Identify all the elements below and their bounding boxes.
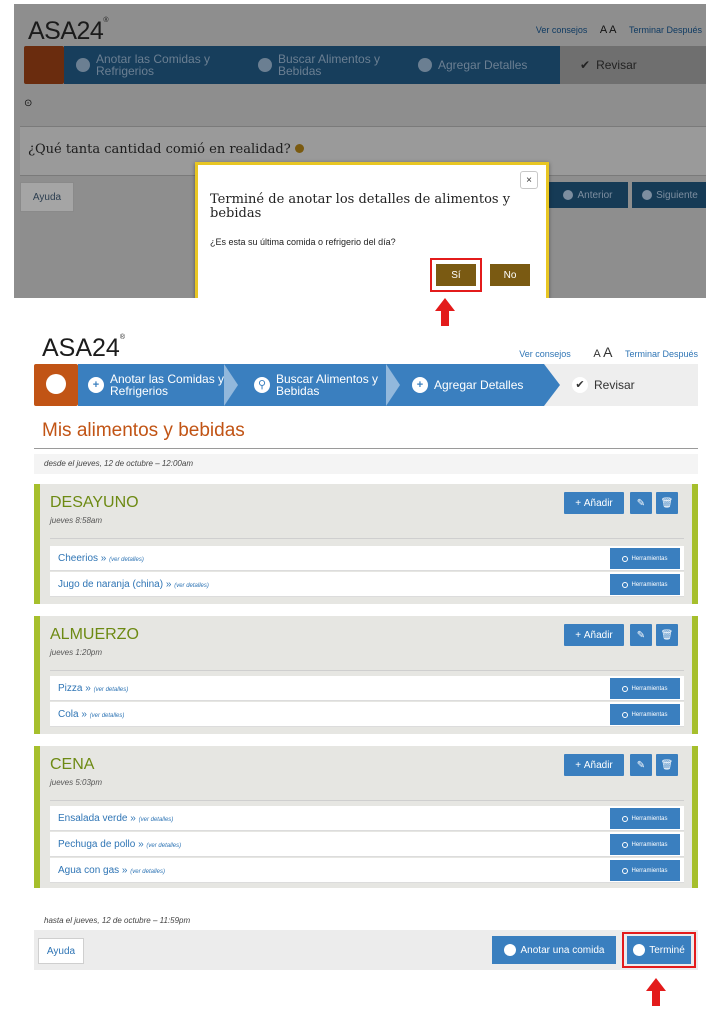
- nav-step-find-foods[interactable]: Buscar Alimentos y Bebidas: [258, 46, 398, 84]
- home-icon: [46, 374, 66, 394]
- finish-later-link[interactable]: Terminar Después: [629, 25, 702, 35]
- question-heading: ¿Qué tanta cantidad comió en realidad?: [28, 142, 304, 157]
- nav-step-add-details[interactable]: + Agregar Detalles: [412, 364, 542, 406]
- asa24-logo: ASA24®: [28, 17, 109, 45]
- dialog-question: ¿Es esta su última comida o refrigerio d…: [210, 237, 396, 247]
- help-button[interactable]: Ayuda: [38, 938, 84, 964]
- arrow-right-circle-icon: [633, 944, 646, 956]
- previous-button[interactable]: Anterior: [548, 182, 628, 208]
- tools-button[interactable]: Herramientas: [610, 574, 680, 595]
- nav-step-find-foods[interactable]: ⚲ Buscar Alimentos y Bebidas: [254, 364, 384, 406]
- food-row[interactable]: Cola » (ver detalles) Herramientas: [50, 702, 684, 727]
- nav-step-review[interactable]: ✔ Revisar: [580, 46, 690, 84]
- wrench-icon: [622, 581, 629, 588]
- home-icon[interactable]: [24, 46, 64, 84]
- add-meal-button[interactable]: Anotar una comida: [492, 936, 616, 964]
- food-row[interactable]: Agua con gas » (ver detalles) Herramient…: [50, 858, 684, 883]
- wrench-icon: [622, 815, 629, 822]
- tools-button[interactable]: Herramientas: [610, 834, 680, 855]
- home-button[interactable]: [34, 364, 78, 406]
- plus-circle-icon: [418, 58, 432, 72]
- dialog-title: Terminé de anotar los detalles de alimen…: [210, 192, 511, 221]
- plus-circle-icon: [76, 58, 90, 72]
- plus-circle-icon: +: [88, 377, 104, 393]
- meal-name: CENA: [50, 756, 95, 773]
- text-size-control[interactable]: A A: [583, 344, 612, 360]
- done-button[interactable]: Terminé: [627, 936, 691, 964]
- search-circle-icon: ⚲: [254, 377, 270, 393]
- top-links: Ver consejos A A Terminar Después: [509, 344, 698, 360]
- finish-later-link[interactable]: Terminar Después: [625, 349, 698, 359]
- tools-button[interactable]: Herramientas: [610, 704, 680, 725]
- tools-button[interactable]: Herramientas: [610, 808, 680, 829]
- screenshot-my-foods: ASA24® Ver consejos A A Terminar Después…: [14, 326, 706, 976]
- meal-name: ALMUERZO: [50, 626, 139, 643]
- plus-icon: +: [575, 629, 584, 641]
- search-circle-icon: [258, 58, 272, 72]
- plus-circle-icon: [503, 944, 516, 956]
- food-row[interactable]: Pechuga de pollo » (ver detalles) Herram…: [50, 832, 684, 857]
- range-end-text: hasta el jueves, 12 de octubre – 11:59pm: [44, 916, 191, 925]
- help-button[interactable]: Ayuda: [20, 182, 74, 212]
- help-dot-icon[interactable]: [294, 144, 304, 153]
- tips-link[interactable]: Ver consejos: [519, 349, 571, 359]
- text-size-control[interactable]: A A: [600, 24, 617, 36]
- meal-card-dinner: CENA jueves 5:03pm + Añadir ✎ 🗑 Ensalada…: [34, 746, 698, 888]
- nav-step-record-meals[interactable]: + Anotar las Comidas y Refrigerios: [88, 364, 228, 406]
- progress-nav: + Anotar las Comidas y Refrigerios ⚲ Busca…: [34, 364, 698, 406]
- trash-icon[interactable]: 🗑: [656, 754, 678, 776]
- meal-time: jueves 1:20pm: [50, 648, 103, 657]
- nav-step-review[interactable]: ✔ Revisar: [572, 364, 682, 406]
- arrow-left-circle-icon: [563, 190, 574, 200]
- meal-time: jueves 8:58am: [50, 516, 103, 525]
- edit-icon[interactable]: ✎: [630, 754, 652, 776]
- confirm-dialog: × Terminé de anotar los detalles de alim…: [195, 162, 549, 298]
- check-icon: ✔: [580, 58, 591, 72]
- close-icon[interactable]: ×: [520, 171, 538, 189]
- food-row[interactable]: Jugo de naranja (china) » (ver detalles)…: [50, 572, 684, 597]
- plus-icon: +: [575, 497, 584, 509]
- nav-step-add-details[interactable]: Agregar Detalles: [418, 46, 548, 84]
- clock-icon: ⊙: [24, 98, 33, 109]
- add-button[interactable]: + Añadir: [564, 624, 624, 646]
- food-row[interactable]: Ensalada verde » (ver detalles) Herramie…: [50, 806, 684, 831]
- food-row[interactable]: Pizza » (ver detalles) Herramientas: [50, 676, 684, 701]
- edit-icon[interactable]: ✎: [630, 492, 652, 514]
- edit-icon[interactable]: ✎: [630, 624, 652, 646]
- asa24-logo: ASA24®: [42, 334, 126, 362]
- footer-bar: Ayuda Anotar una comida Terminé: [34, 930, 698, 970]
- plus-circle-icon: +: [412, 377, 428, 393]
- tools-button[interactable]: Herramientas: [610, 548, 680, 569]
- trash-icon[interactable]: 🗑: [656, 492, 678, 514]
- add-button[interactable]: + Añadir: [564, 492, 624, 514]
- screenshot-review-question: ASA24® Ver consejos A A Terminar Después…: [14, 4, 706, 298]
- top-links: Ver consejos A A Terminar Después: [526, 24, 702, 36]
- wrench-icon: [622, 867, 629, 874]
- wrench-icon: [622, 841, 629, 848]
- food-row[interactable]: Cheerios » (ver detalles) Herramientas: [50, 546, 684, 571]
- next-button[interactable]: Siguiente: [632, 182, 706, 208]
- wrench-icon: [622, 711, 629, 718]
- yes-button[interactable]: Sí: [436, 264, 476, 286]
- no-button[interactable]: No: [490, 264, 530, 286]
- add-button[interactable]: + Añadir: [564, 754, 624, 776]
- check-icon: ✔: [572, 377, 588, 393]
- trash-icon[interactable]: 🗑: [656, 624, 678, 646]
- tools-button[interactable]: Herramientas: [610, 860, 680, 881]
- arrow-right-circle-icon: [642, 190, 653, 200]
- meal-time: jueves 5:03pm: [50, 778, 103, 787]
- progress-nav: Anotar las Comidas y Refrigerios Buscar …: [20, 46, 706, 84]
- tips-link[interactable]: Ver consejos: [536, 25, 588, 35]
- meal-card-breakfast: DESAYUNO jueves 8:58am + Añadir ✎ 🗑 Chee…: [34, 484, 698, 604]
- wrench-icon: [622, 555, 629, 562]
- page-title: Mis alimentos y bebidas: [42, 420, 245, 441]
- range-start-text: desde el jueves, 12 de octubre – 12:00am: [34, 454, 698, 474]
- meal-card-lunch: ALMUERZO jueves 1:20pm + Añadir ✎ 🗑 Pizz…: [34, 616, 698, 734]
- nav-step-record-meals[interactable]: Anotar las Comidas y Refrigerios: [76, 46, 226, 84]
- meal-name: DESAYUNO: [50, 494, 139, 511]
- tools-button[interactable]: Herramientas: [610, 678, 680, 699]
- wrench-icon: [622, 685, 629, 692]
- plus-icon: +: [575, 759, 584, 771]
